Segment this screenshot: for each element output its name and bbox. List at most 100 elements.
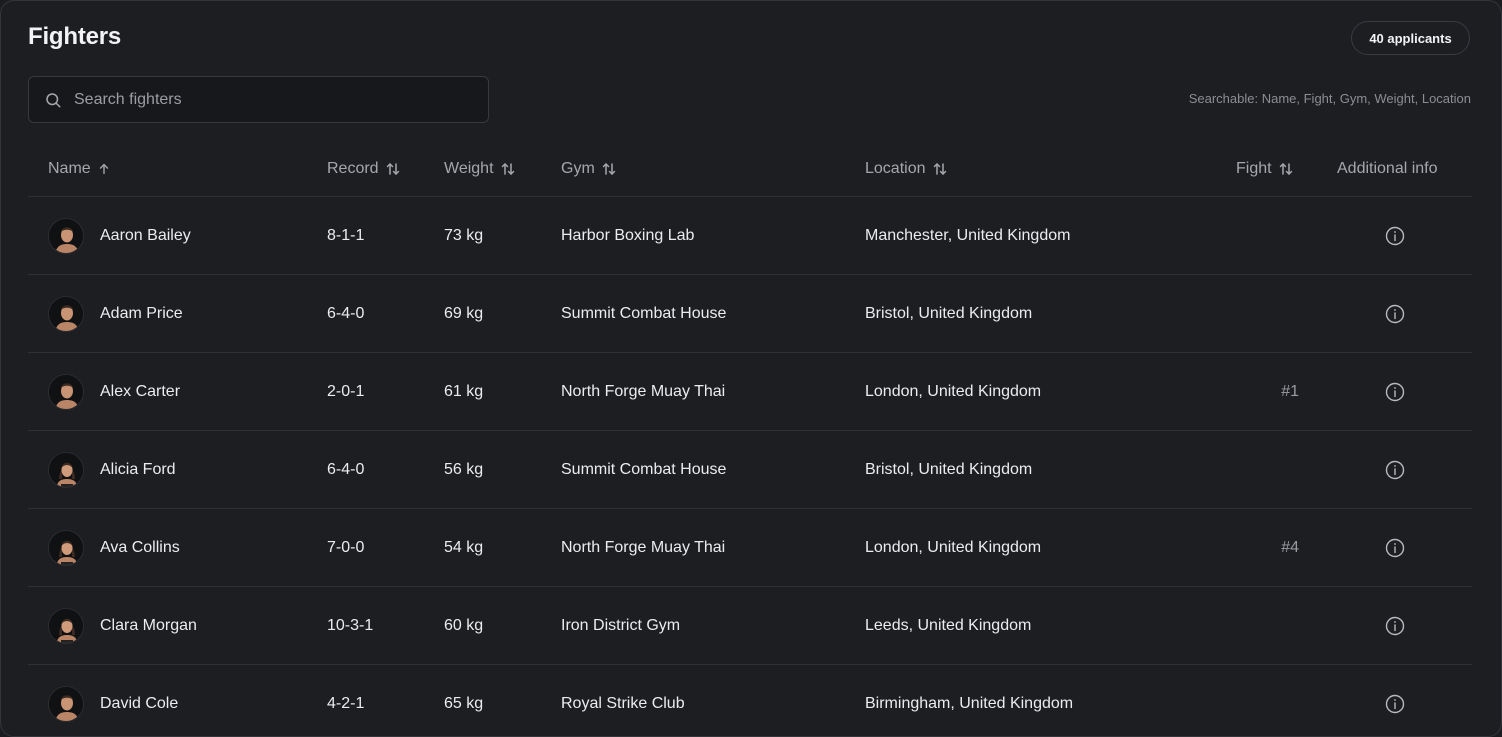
fighter-name-cell: Adam Price — [48, 275, 183, 352]
gym-cell: Harbor Boxing Lab — [561, 226, 695, 244]
fight-cell — [1228, 197, 1299, 274]
avatar — [48, 217, 84, 254]
fighter-name: Alicia Ford — [100, 460, 176, 478]
fight-cell — [1228, 275, 1299, 352]
fight-cell — [1228, 431, 1299, 508]
weight-cell: 69 kg — [444, 304, 484, 322]
location-cell: Manchester, United Kingdom — [865, 226, 1071, 244]
info-circle-icon[interactable] — [1385, 226, 1405, 246]
weight-cell: 73 kg — [444, 226, 484, 244]
additional-info-cell — [1337, 197, 1452, 274]
fight-cell: #4 — [1281, 538, 1299, 556]
sort-arrows-icon — [500, 161, 516, 177]
table-row[interactable]: Clara Morgan 10-3-1 60 kg Iron District Gym… — [28, 587, 1472, 665]
weight-cell: 61 kg — [444, 382, 484, 400]
additional-info-cell — [1337, 587, 1452, 664]
fight-cell — [1228, 665, 1299, 736]
avatar — [48, 451, 84, 488]
applicants-badge: 40 applicants — [1351, 21, 1470, 55]
avatar — [48, 685, 84, 722]
record-cell: 10-3-1 — [327, 616, 374, 634]
column-header-weight[interactable]: Weight — [444, 141, 516, 196]
info-circle-icon[interactable] — [1385, 304, 1405, 324]
column-label: Name — [48, 159, 91, 177]
column-header-fight[interactable]: Fight — [1236, 141, 1294, 196]
column-label: Additional info — [1337, 159, 1438, 177]
avatar — [48, 295, 84, 332]
table-row[interactable]: Adam Price 6-4-0 69 kg Summit Combat House B… — [28, 275, 1472, 353]
avatar — [48, 373, 84, 410]
fighter-name: Ava Collins — [100, 538, 180, 556]
column-header-location[interactable]: Location — [865, 141, 948, 196]
fight-cell: #1 — [1281, 382, 1299, 400]
info-circle-icon[interactable] — [1385, 460, 1405, 480]
record-cell: 6-4-0 — [327, 460, 365, 478]
record-cell: 4-2-1 — [327, 694, 365, 712]
record-cell: 7-0-0 — [327, 538, 365, 556]
table-row[interactable]: Aaron Bailey 8-1-1 73 kg Harbor Boxing Lab M… — [28, 197, 1472, 275]
info-circle-icon[interactable] — [1385, 616, 1405, 636]
weight-cell: 56 kg — [444, 460, 484, 478]
gym-cell: Royal Strike Club — [561, 694, 685, 712]
info-circle-icon[interactable] — [1385, 382, 1405, 402]
additional-info-cell — [1337, 275, 1452, 352]
gym-cell: Iron District Gym — [561, 616, 681, 634]
record-cell: 8-1-1 — [327, 226, 365, 244]
info-circle-icon[interactable] — [1385, 538, 1405, 558]
fighter-name-cell: Alicia Ford — [48, 431, 176, 508]
additional-info-cell — [1337, 665, 1452, 736]
arrow-up-icon — [97, 162, 111, 176]
search-box[interactable] — [28, 76, 489, 123]
gym-cell: North Forge Muay Thai — [561, 538, 726, 556]
column-label: Gym — [561, 159, 595, 177]
additional-info-cell — [1337, 353, 1452, 430]
column-label: Location — [865, 159, 926, 177]
fighter-name: David Cole — [100, 694, 179, 712]
fighter-name-cell: Aaron Bailey — [48, 197, 191, 274]
fighters-panel: Fighters 40 applicants Searchable: Name,… — [0, 0, 1502, 737]
fighter-name: Adam Price — [100, 304, 183, 322]
location-cell: Bristol, United Kingdom — [865, 460, 1033, 478]
table-row[interactable]: Alicia Ford 6-4-0 56 kg Summit Combat House… — [28, 431, 1472, 509]
gym-cell: Summit Combat House — [561, 304, 727, 322]
column-label: Fight — [1236, 159, 1272, 177]
record-cell: 6-4-0 — [327, 304, 365, 322]
fight-cell — [1228, 587, 1299, 664]
info-circle-icon[interactable] — [1385, 694, 1405, 714]
additional-info-cell — [1337, 509, 1452, 586]
fighter-name: Alex Carter — [100, 382, 181, 400]
column-header-record[interactable]: Record — [327, 141, 401, 196]
table-row[interactable]: Ava Collins 7-0-0 54 kg North Forge Muay Th… — [28, 509, 1472, 587]
table-row[interactable]: Alex Carter 2-0-1 61 kg North Forge Muay Th… — [28, 353, 1472, 431]
fighter-name: Aaron Bailey — [100, 226, 191, 244]
column-header-additional-info: Additional info — [1337, 141, 1438, 196]
table-row[interactable]: David Cole 4-2-1 65 kg Royal Strike Club Bir… — [28, 665, 1472, 736]
weight-cell: 54 kg — [444, 538, 484, 556]
location-cell: London, United Kingdom — [865, 382, 1042, 400]
column-label: Record — [327, 159, 379, 177]
column-header-name[interactable]: Name — [48, 141, 111, 196]
sort-arrows-icon — [385, 161, 401, 177]
gym-cell: Summit Combat House — [561, 460, 727, 478]
fighter-name-cell: Ava Collins — [48, 509, 180, 586]
fighter-name-cell: Clara Morgan — [48, 587, 197, 664]
table-header: Name Record Weight Gym Location Fight Ad… — [28, 141, 1472, 197]
additional-info-cell — [1337, 431, 1452, 508]
location-cell: London, United Kingdom — [865, 538, 1042, 556]
location-cell: Leeds, United Kingdom — [865, 616, 1032, 634]
search-hint: Searchable: Name, Fight, Gym, Weight, Lo… — [1188, 91, 1471, 106]
search-input[interactable] — [72, 89, 456, 110]
sort-arrows-icon — [932, 161, 948, 177]
record-cell: 2-0-1 — [327, 382, 365, 400]
column-label: Weight — [444, 159, 494, 177]
location-cell: Birmingham, United Kingdom — [865, 694, 1074, 712]
column-header-gym[interactable]: Gym — [561, 141, 617, 196]
fighter-name: Clara Morgan — [100, 616, 197, 634]
fighter-name-cell: Alex Carter — [48, 353, 180, 430]
sort-arrows-icon — [601, 161, 617, 177]
page-title: Fighters — [28, 23, 122, 50]
gym-cell: North Forge Muay Thai — [561, 382, 726, 400]
avatar — [48, 529, 84, 566]
search-icon — [46, 92, 61, 107]
location-cell: Bristol, United Kingdom — [865, 304, 1033, 322]
